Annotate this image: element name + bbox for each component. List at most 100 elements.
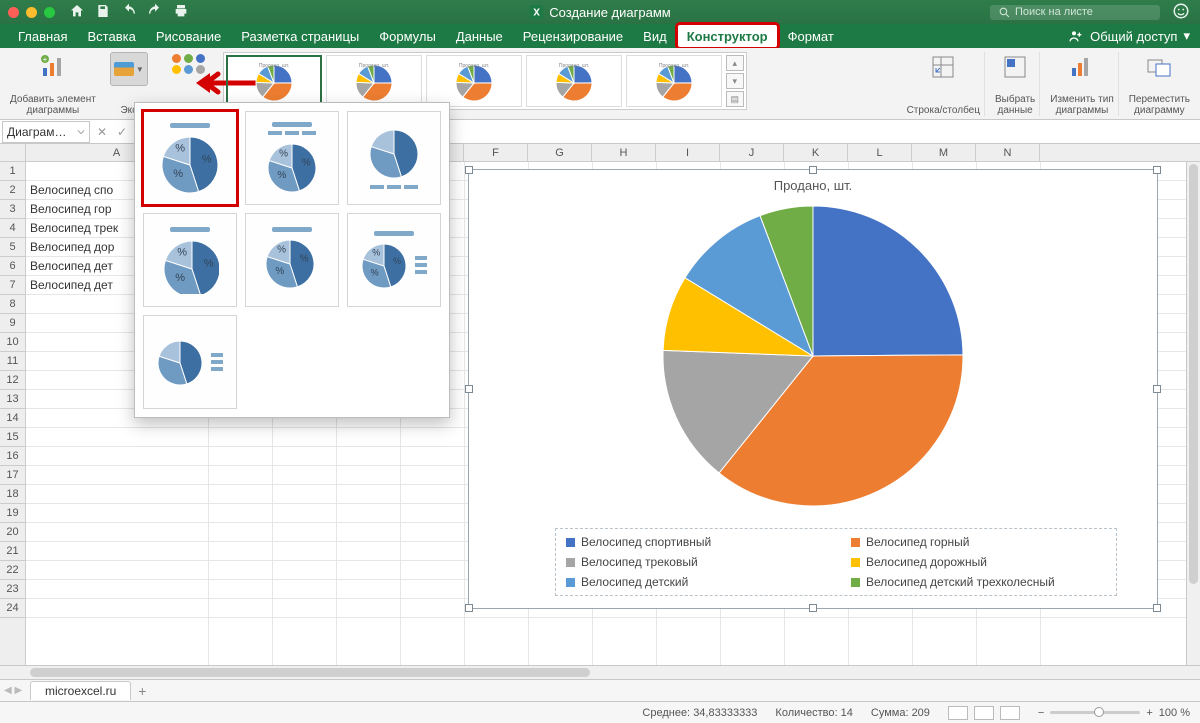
chart-style-3[interactable]: Продано, шт. (426, 55, 522, 107)
svg-text:Продано, шт.: Продано, шт. (459, 63, 489, 69)
quick-layout-1[interactable]: %%% (143, 111, 237, 205)
quick-access-toolbar (69, 3, 189, 22)
add-chart-element-button[interactable]: + (36, 52, 70, 82)
tab-главная[interactable]: Главная (8, 24, 77, 48)
share-button[interactable]: Общий доступ ▾ (1068, 28, 1190, 44)
svg-text:%: % (302, 158, 311, 169)
add-chart-element-label: Добавить элемент диаграммы (10, 94, 96, 116)
zoom-out-icon[interactable]: − (1038, 707, 1044, 719)
close-window-icon[interactable] (8, 7, 19, 18)
sheet-tab[interactable]: microexcel.ru (30, 681, 131, 700)
zoom-value: 100 % (1159, 707, 1190, 719)
gallery-up-icon[interactable]: ▴ (726, 55, 744, 71)
chart-style-4[interactable]: Продано, шт. (526, 55, 622, 107)
quick-layout-dropdown[interactable]: ▼ (110, 52, 148, 86)
add-sheet-button[interactable]: + (131, 683, 153, 699)
tab-данные[interactable]: Данные (446, 24, 513, 48)
tab-рисование[interactable]: Рисование (146, 24, 231, 48)
sheet-tabs: ◀ ▶ microexcel.ru + (0, 679, 1200, 701)
vertical-scrollbar[interactable] (1186, 144, 1200, 665)
zoom-slider[interactable]: − + 100 % (1038, 707, 1190, 719)
switch-row-column-button[interactable] (926, 52, 960, 82)
svg-text:%: % (173, 167, 183, 179)
svg-text:%: % (371, 267, 379, 277)
chart-style-5[interactable]: Продано, шт. (626, 55, 722, 107)
search-placeholder: Поиск на листе (1015, 6, 1093, 18)
row-headers[interactable]: 123456789101112131415161718192021222324 (0, 162, 26, 665)
chevron-down-icon (77, 128, 85, 136)
status-average: Среднее: 34,83333333 (642, 707, 757, 719)
undo-icon[interactable] (121, 3, 137, 22)
save-icon[interactable] (95, 3, 111, 22)
svg-text:Продано, шт.: Продано, шт. (359, 63, 389, 69)
redo-icon[interactable] (147, 3, 163, 22)
legend-item[interactable]: Велосипед спортивный (566, 535, 821, 549)
gallery-down-icon[interactable]: ▾ (726, 73, 744, 89)
legend-item[interactable]: Велосипед горный (851, 535, 1106, 549)
quick-layout-4[interactable]: %%% (143, 213, 237, 307)
home-icon[interactable] (69, 3, 85, 22)
titlebar: Создание диаграмм Поиск на листе (0, 0, 1200, 24)
sheet-nav-icons[interactable]: ◀ ▶ (4, 685, 22, 696)
svg-text:%: % (202, 153, 212, 165)
zoom-in-icon[interactable]: + (1146, 707, 1152, 719)
switch-row-column-label: Строка/столбец (907, 105, 980, 116)
search-input[interactable]: Поиск на листе (990, 5, 1160, 20)
tab-разметка страницы[interactable]: Разметка страницы (231, 24, 369, 48)
excel-file-icon (529, 5, 543, 19)
svg-text:%: % (279, 148, 288, 159)
gallery-more-icon[interactable]: ▤ (726, 91, 744, 107)
quick-layout-6[interactable]: %%% (347, 213, 441, 307)
svg-text:%: % (300, 253, 309, 264)
change-chart-type-button[interactable] (1065, 52, 1099, 82)
legend-item[interactable]: Велосипед детский (566, 575, 821, 589)
legend-item[interactable]: Велосипед дорожный (851, 555, 1106, 569)
select-data-button[interactable] (998, 52, 1032, 82)
tab-конструктор[interactable]: Конструктор (677, 24, 778, 48)
confirm-formula-icon[interactable]: ✓ (112, 125, 132, 139)
legend-item[interactable]: Велосипед детский трехколесный (851, 575, 1106, 589)
name-box[interactable]: Диаграм… (2, 121, 90, 143)
chart-title[interactable]: Продано, шт. (469, 178, 1157, 193)
print-icon[interactable] (173, 3, 189, 22)
maximize-window-icon[interactable] (44, 7, 55, 18)
tab-вид[interactable]: Вид (633, 24, 677, 48)
move-chart-button[interactable] (1142, 52, 1176, 82)
window-controls[interactable] (8, 7, 55, 18)
svg-text:%: % (372, 247, 380, 257)
share-icon (1068, 28, 1084, 44)
change-chart-type-label: Изменить тип диаграммы (1050, 94, 1113, 116)
svg-text:%: % (175, 271, 185, 283)
quick-layout-2[interactable]: %%% (245, 111, 339, 205)
quick-layout-5[interactable]: %%% (245, 213, 339, 307)
move-chart-label: Переместить диаграмму (1129, 94, 1190, 116)
document-title: Создание диаграмм (529, 5, 670, 20)
svg-text:%: % (277, 244, 286, 255)
svg-text:%: % (204, 257, 214, 269)
legend-item[interactable]: Велосипед трековый (566, 555, 821, 569)
svg-text:Продано, шт.: Продано, шт. (559, 63, 589, 69)
svg-text:Продано, шт.: Продано, шт. (659, 63, 689, 69)
quick-layout-3[interactable] (347, 111, 441, 205)
svg-text:%: % (393, 255, 401, 265)
tab-формат[interactable]: Формат (778, 24, 844, 48)
status-count: Количество: 14 (775, 707, 852, 719)
chart-style-2[interactable]: Продано, шт. (326, 55, 422, 107)
horizontal-scrollbar[interactable] (0, 665, 1200, 679)
ribbon-tabs: ГлавнаяВставкаРисованиеРазметка страницы… (0, 24, 1200, 48)
chart-object[interactable]: Продано, шт. Велосипед спортивныйВелосип… (468, 169, 1158, 609)
tab-формулы[interactable]: Формулы (369, 24, 446, 48)
quick-layout-panel: %%% %%% %%% %%% %%% (134, 102, 450, 418)
tab-рецензирование[interactable]: Рецензирование (513, 24, 633, 48)
cancel-formula-icon[interactable]: ✕ (92, 125, 112, 139)
view-buttons[interactable] (948, 706, 1020, 720)
quick-layout-7[interactable] (143, 315, 237, 409)
select-data-label: Выбрать данные (995, 94, 1035, 116)
minimize-window-icon[interactable] (26, 7, 37, 18)
select-all-corner[interactable] (0, 144, 26, 162)
tab-вставка[interactable]: Вставка (77, 24, 145, 48)
feedback-icon[interactable] (1172, 2, 1190, 23)
chart-legend[interactable]: Велосипед спортивный Велосипед горный Вело… (555, 528, 1117, 596)
pie-chart[interactable] (643, 201, 983, 511)
chart-style-1[interactable]: Продано, шт. (226, 55, 322, 107)
